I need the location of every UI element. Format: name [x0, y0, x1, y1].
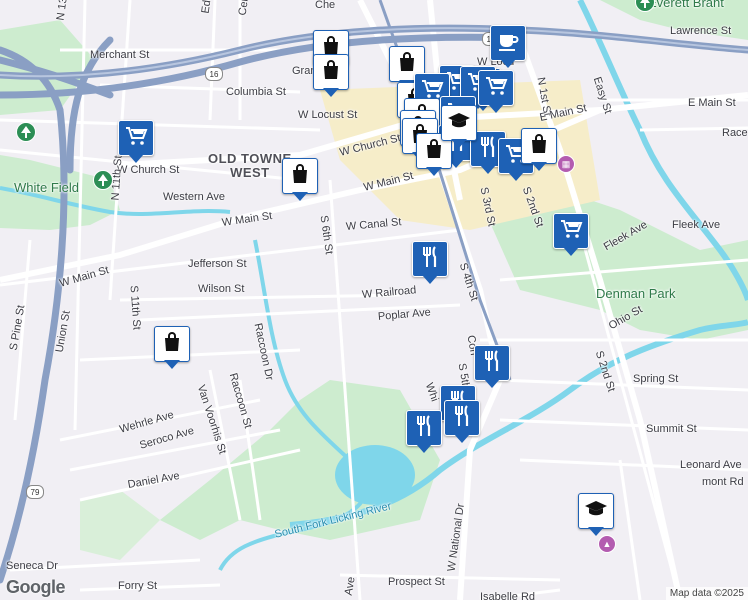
marker-box[interactable]	[478, 70, 514, 106]
map-marker-fork[interactable]	[474, 345, 510, 391]
shopping-bag-icon	[288, 162, 312, 191]
restaurant-icon	[412, 414, 436, 443]
marker-tip	[323, 88, 339, 97]
marker-box[interactable]	[406, 410, 442, 446]
street-label: Isabelle Rd	[480, 591, 536, 600]
school-icon	[584, 497, 608, 526]
street-label: Seneca Dr	[6, 560, 58, 572]
school-icon	[447, 109, 471, 138]
shopping-cart-icon	[484, 74, 508, 103]
marker-tip	[128, 154, 144, 163]
map-marker-bag[interactable]	[521, 128, 557, 174]
marker-box[interactable]	[578, 493, 614, 529]
map-marker-bag[interactable]	[154, 326, 190, 372]
park-icon[interactable]	[93, 170, 113, 190]
street-label: W Church St	[117, 164, 180, 176]
marker-box[interactable]	[313, 54, 349, 90]
street-label: Western Ave	[163, 191, 225, 203]
marker-tip	[531, 162, 547, 171]
map-marker-cart[interactable]	[478, 70, 514, 116]
street-label: E Main St	[688, 97, 736, 109]
map-marker-fork[interactable]	[406, 410, 442, 456]
neighborhood-label: OLD TOWNE WEST	[208, 151, 292, 180]
google-logo: Google	[6, 577, 66, 597]
map-attribution: Map data ©2025	[665, 587, 748, 600]
landmark-icon[interactable]: ▦	[557, 155, 575, 173]
marker-box[interactable]	[444, 400, 480, 436]
park-icon[interactable]	[16, 122, 36, 142]
map-marker-bag[interactable]	[282, 158, 318, 204]
street-label: S 11th St	[127, 285, 143, 331]
shopping-cart-icon	[124, 124, 148, 153]
street-label: Spring St	[633, 373, 679, 385]
map-canvas[interactable]: W Church St W Main St W Main St W Main St W …	[0, 0, 748, 600]
marker-tip	[451, 139, 467, 148]
marker-tip	[488, 104, 504, 113]
marker-tip	[588, 527, 604, 536]
restaurant-icon	[480, 349, 504, 378]
street-label: Fleek Ave	[672, 219, 721, 231]
marker-tip	[164, 360, 180, 369]
street-label: Jefferson St	[188, 258, 247, 270]
marker-tip	[292, 192, 308, 201]
map-marker-school[interactable]	[578, 493, 614, 539]
marker-tip	[484, 379, 500, 388]
map-marker-cart[interactable]	[118, 120, 154, 166]
marker-tip	[480, 165, 496, 174]
coffee-icon	[496, 29, 520, 58]
marker-box[interactable]	[521, 128, 557, 164]
street-label: Leonard Ave	[680, 459, 742, 471]
street-label: Lawrence St	[670, 25, 732, 37]
marker-box[interactable]	[154, 326, 190, 362]
park-label: Denman Park	[596, 286, 676, 301]
marker-tip	[426, 167, 442, 176]
street-label: mont Rd	[702, 476, 744, 488]
shopping-bag-icon	[319, 58, 343, 87]
map-marker-fork[interactable]	[444, 400, 480, 446]
street-label: Wilson St	[198, 283, 245, 295]
marker-tip	[422, 275, 438, 284]
route-shield: 16	[205, 67, 223, 81]
street-label: Merchant St	[90, 49, 150, 61]
marker-box[interactable]	[412, 241, 448, 277]
street-label: W Locust St	[298, 109, 358, 121]
shopping-cart-icon	[559, 217, 583, 246]
street-label: Summit St	[646, 423, 697, 435]
shopping-bag-icon	[527, 132, 551, 161]
restaurant-icon	[450, 404, 474, 433]
street-label: Columbia St	[226, 86, 286, 98]
marker-box[interactable]	[474, 345, 510, 381]
marker-tip	[416, 444, 432, 453]
map-marker-school[interactable]	[441, 105, 477, 151]
street-label: Prospect St	[388, 576, 445, 588]
park-label: White Field	[14, 180, 80, 195]
map-marker-cart[interactable]	[553, 213, 589, 259]
restaurant-icon	[476, 135, 500, 164]
marker-box[interactable]	[490, 25, 526, 61]
marker-tip	[500, 59, 516, 68]
street-label: Race	[722, 127, 748, 139]
route-shield: 79	[26, 485, 44, 499]
marker-box[interactable]	[553, 213, 589, 249]
school-poi-icon[interactable]: ▲	[598, 535, 616, 553]
map-marker-cup[interactable]	[490, 25, 526, 71]
street-label: Che	[315, 0, 336, 11]
map-marker-bag[interactable]	[313, 54, 349, 100]
street-label: Forry St	[118, 580, 158, 592]
restaurant-icon	[418, 245, 442, 274]
marker-box[interactable]	[441, 105, 477, 141]
marker-box[interactable]	[282, 158, 318, 194]
marker-tip	[454, 434, 470, 443]
map-marker-fork[interactable]	[412, 241, 448, 287]
marker-tip	[563, 247, 579, 256]
park-label: Everett Brant	[648, 0, 724, 10]
shopping-bag-icon	[160, 330, 184, 359]
marker-box[interactable]	[118, 120, 154, 156]
